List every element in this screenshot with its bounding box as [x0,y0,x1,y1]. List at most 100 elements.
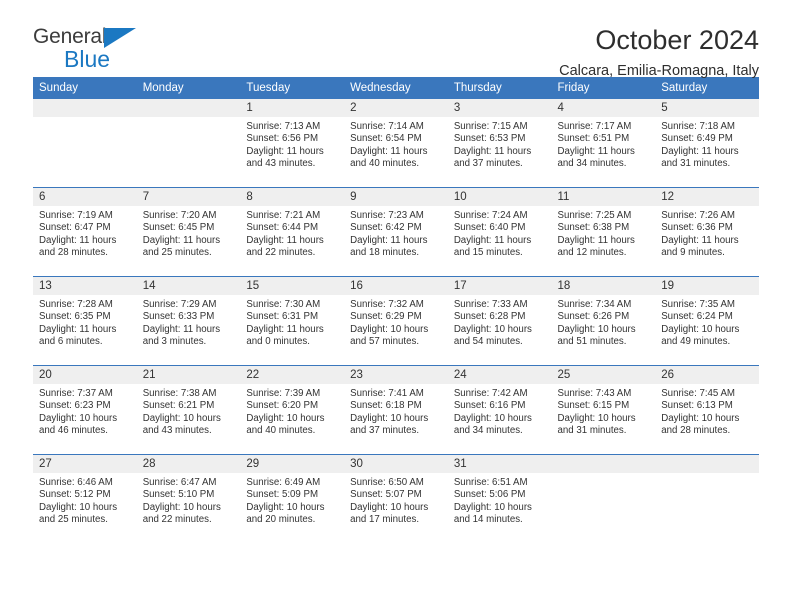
calendar-day-cell[interactable]: 14 Sunrise: 7:29 AM Sunset: 6:33 PM Dayligh… [136,276,241,366]
calendar-day-cell[interactable]: 27 Sunrise: 6:46 AM Sunset: 5:12 PM Dayligh… [33,454,137,543]
sunset-text: Sunset: 6:26 PM [557,311,630,323]
daylight-text-line1: Daylight: 10 hours [557,412,636,424]
calendar-day-cell[interactable]: 1 Sunrise: 7:13 AM Sunset: 6:56 PM Daylight… [240,99,345,188]
day-details: Sunrise: 7:28 AM Sunset: 6:35 PM Daylight:… [33,295,137,349]
day-number: 21 [136,366,241,384]
daylight-text-line1: Daylight: 10 hours [39,412,118,424]
calendar-day-cell[interactable]: 12 Sunrise: 7:26 AM Sunset: 6:36 PM Dayligh… [655,187,759,277]
sunrise-text: Sunrise: 7:41 AM [350,388,424,399]
day-details: Sunrise: 7:21 AM Sunset: 6:44 PM Daylight:… [240,206,344,260]
calendar-day-cell[interactable]: 6 Sunrise: 7:19 AM Sunset: 6:47 PM Daylight… [33,187,137,277]
day-number: 7 [136,188,241,206]
calendar-day-cell[interactable]: 30 Sunrise: 6:50 AM Sunset: 5:07 PM Dayligh… [344,454,448,543]
calendar-day-cell[interactable]: 9 Sunrise: 7:23 AM Sunset: 6:42 PM Daylight… [344,187,448,277]
sunset-text: Sunset: 6:40 PM [453,222,526,234]
day-cell-inner: 27 Sunrise: 6:46 AM Sunset: 5:12 PM Dayligh… [33,455,137,543]
daylight-text-line2: and 18 minutes. [350,247,420,259]
calendar-day-cell[interactable]: 24 Sunrise: 7:42 AM Sunset: 6:16 PM Dayligh… [447,365,552,455]
day-number: 26 [655,366,759,384]
calendar-day-cell[interactable]: 20 Sunrise: 7:37 AM Sunset: 6:23 PM Dayligh… [33,365,137,455]
day-cell-inner: 28 Sunrise: 6:47 AM Sunset: 5:10 PM Dayligh… [136,455,241,543]
sunrise-text: Sunrise: 7:20 AM [142,210,217,221]
calendar-header-row: Sunday Monday Tuesday Wednesday Thursday Frid… [33,77,759,99]
sunset-text: Sunset: 6:51 PM [557,133,630,145]
day-number: 18 [551,277,656,295]
calendar-day-cell[interactable]: 7 Sunrise: 7:20 AM Sunset: 6:45 PM Daylight… [136,187,241,277]
day-details: Sunrise: 7:29 AM Sunset: 6:33 PM Daylight:… [137,295,241,349]
calendar-day-cell[interactable]: 31 Sunrise: 6:51 AM Sunset: 5:06 PM Dayligh… [447,454,552,543]
daylight-text-line1: Daylight: 11 hours [142,234,221,246]
calendar-day-cell[interactable]: 26 Sunrise: 7:45 AM Sunset: 6:13 PM Dayligh… [655,365,759,455]
day-cell-inner: 4 Sunrise: 7:17 AM Sunset: 6:51 PM Daylight… [551,99,656,187]
weekday-header-saturday: Saturday [655,77,759,99]
calendar-day-cell[interactable]: 21 Sunrise: 7:38 AM Sunset: 6:21 PM Dayligh… [136,365,241,455]
daylight-text-line1: Daylight: 11 hours [246,145,324,157]
sunset-text: Sunset: 6:53 PM [453,133,526,145]
calendar-day-cell[interactable]: 16 Sunrise: 7:32 AM Sunset: 6:29 PM Dayligh… [344,276,448,366]
day-cell-inner [551,455,656,543]
daylight-text-line2: and 9 minutes. [661,247,725,259]
calendar-day-cell[interactable]: 5 Sunrise: 7:18 AM Sunset: 6:49 PM Daylight… [655,99,759,188]
daylight-text-line2: and 22 minutes. [246,247,316,259]
sunset-text: Sunset: 6:28 PM [453,311,526,323]
sunset-text: Sunset: 6:20 PM [246,400,319,412]
sunrise-text: Sunrise: 7:14 AM [350,121,424,132]
daylight-text-line2: and 34 minutes. [557,158,627,170]
sunset-text: Sunset: 6:49 PM [661,133,733,145]
sunset-text: Sunset: 5:07 PM [350,489,422,501]
calendar-day-cell[interactable]: 19 Sunrise: 7:35 AM Sunset: 6:24 PM Dayligh… [655,276,759,366]
day-details: Sunrise: 6:46 AM Sunset: 5:12 PM Daylight:… [33,473,137,527]
day-cell-inner: 16 Sunrise: 7:32 AM Sunset: 6:29 PM Dayligh… [344,277,448,365]
day-number: 30 [344,455,448,473]
day-details: Sunrise: 7:15 AM Sunset: 6:53 PM Daylight:… [448,117,552,171]
daylight-text-line1: Daylight: 10 hours [453,501,532,513]
calendar-day-cell[interactable]: 25 Sunrise: 7:43 AM Sunset: 6:15 PM Dayligh… [551,365,656,455]
calendar-day-cell-empty [655,454,759,543]
calendar-day-cell[interactable]: 4 Sunrise: 7:17 AM Sunset: 6:51 PM Daylight… [551,99,656,188]
day-number: 6 [33,188,137,206]
calendar-day-cell[interactable]: 17 Sunrise: 7:33 AM Sunset: 6:28 PM Dayligh… [447,276,552,366]
sunset-text: Sunset: 6:29 PM [350,311,422,323]
daylight-text-line1: Daylight: 10 hours [350,323,429,335]
daylight-text-line1: Daylight: 11 hours [661,145,739,157]
calendar-day-cell[interactable]: 8 Sunrise: 7:21 AM Sunset: 6:44 PM Daylight… [240,187,345,277]
day-number: 5 [655,99,759,117]
calendar-day-cell-empty [33,99,137,188]
day-details: Sunrise: 7:32 AM Sunset: 6:29 PM Daylight:… [344,295,448,349]
calendar-day-cell[interactable]: 11 Sunrise: 7:25 AM Sunset: 6:38 PM Dayligh… [551,187,656,277]
daylight-text-line1: Daylight: 10 hours [39,501,118,513]
calendar-day-cell[interactable]: 2 Sunrise: 7:14 AM Sunset: 6:54 PM Daylight… [344,99,448,188]
day-details: Sunrise: 7:13 AM Sunset: 6:56 PM Daylight:… [240,117,344,171]
calendar-day-cell[interactable]: 13 Sunrise: 7:28 AM Sunset: 6:35 PM Dayligh… [33,276,137,366]
logo-text-general: General [33,25,107,48]
location-subtitle: Calcara, Emilia-Romagna, Italy [559,63,759,80]
day-number: 14 [136,277,241,295]
day-cell-inner: 30 Sunrise: 6:50 AM Sunset: 5:07 PM Dayligh… [344,455,448,543]
sunrise-text: Sunrise: 7:17 AM [557,121,632,132]
calendar-day-cell[interactable]: 22 Sunrise: 7:39 AM Sunset: 6:20 PM Dayligh… [240,365,345,455]
daylight-text-line2: and 40 minutes. [246,425,316,437]
calendar-day-cell[interactable]: 15 Sunrise: 7:30 AM Sunset: 6:31 PM Dayligh… [240,276,345,366]
daylight-text-line2: and 49 minutes. [661,336,731,348]
calendar-day-cell[interactable]: 23 Sunrise: 7:41 AM Sunset: 6:18 PM Dayligh… [344,365,448,455]
daylight-text-line2: and 37 minutes. [453,158,523,170]
sunrise-text: Sunrise: 7:43 AM [557,388,632,399]
day-cell-inner: 14 Sunrise: 7:29 AM Sunset: 6:33 PM Dayligh… [136,277,241,365]
sunset-text: Sunset: 6:15 PM [557,400,630,412]
daylight-text-line2: and 22 minutes. [142,514,212,526]
sunrise-text: Sunrise: 7:33 AM [453,299,528,310]
day-number: 24 [447,366,552,384]
day-number: 16 [344,277,448,295]
generalblue-logo[interactable]: General Blue [33,26,145,74]
calendar-day-cell[interactable]: 3 Sunrise: 7:15 AM Sunset: 6:53 PM Daylight… [447,99,552,188]
page-title: October 2024 [595,25,759,55]
day-cell-inner: 21 Sunrise: 7:38 AM Sunset: 6:21 PM Dayligh… [136,366,241,454]
calendar-day-cell[interactable]: 28 Sunrise: 6:47 AM Sunset: 5:10 PM Dayligh… [136,454,241,543]
sunrise-text: Sunrise: 6:46 AM [39,477,113,488]
calendar-day-cell[interactable]: 10 Sunrise: 7:24 AM Sunset: 6:40 PM Dayligh… [447,187,552,277]
daylight-text-line1: Daylight: 10 hours [350,412,429,424]
calendar-day-cell[interactable]: 18 Sunrise: 7:34 AM Sunset: 6:26 PM Dayligh… [551,276,656,366]
calendar-day-cell[interactable]: 29 Sunrise: 6:49 AM Sunset: 5:09 PM Dayligh… [240,454,345,543]
sunrise-text: Sunrise: 7:45 AM [661,388,735,399]
daylight-text-line2: and 51 minutes. [557,336,627,348]
